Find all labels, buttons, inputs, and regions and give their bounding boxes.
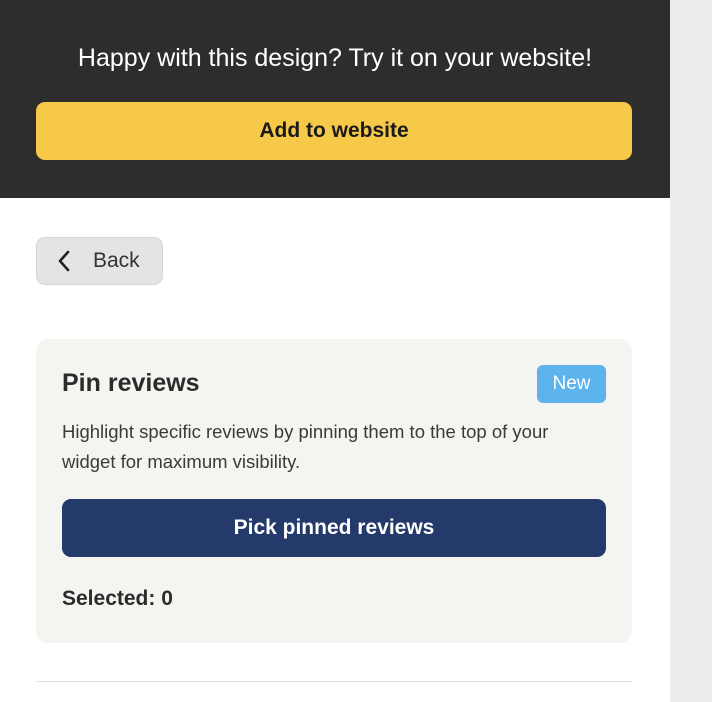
- new-badge: New: [537, 365, 606, 403]
- back-button[interactable]: Back: [36, 237, 163, 285]
- chevron-left-icon: [58, 250, 70, 272]
- promo-banner-text: Happy with this design? Try it on your w…: [77, 44, 593, 72]
- promo-banner: Happy with this design? Try it on your w…: [0, 0, 670, 198]
- settings-panel: Happy with this design? Try it on your w…: [0, 0, 670, 702]
- add-to-website-button[interactable]: Add to website: [36, 102, 632, 160]
- selected-count: Selected: 0: [62, 587, 173, 610]
- pin-reviews-card: Pin reviews New Highlight specific revie…: [36, 339, 632, 643]
- section-divider: [36, 681, 632, 682]
- pin-reviews-title: Pin reviews: [62, 369, 200, 397]
- pick-pinned-reviews-button[interactable]: Pick pinned reviews: [62, 499, 606, 557]
- pin-reviews-description: Highlight specific reviews by pinning th…: [62, 421, 549, 472]
- back-button-label: Back: [93, 249, 140, 272]
- right-scroll-area: [670, 0, 712, 702]
